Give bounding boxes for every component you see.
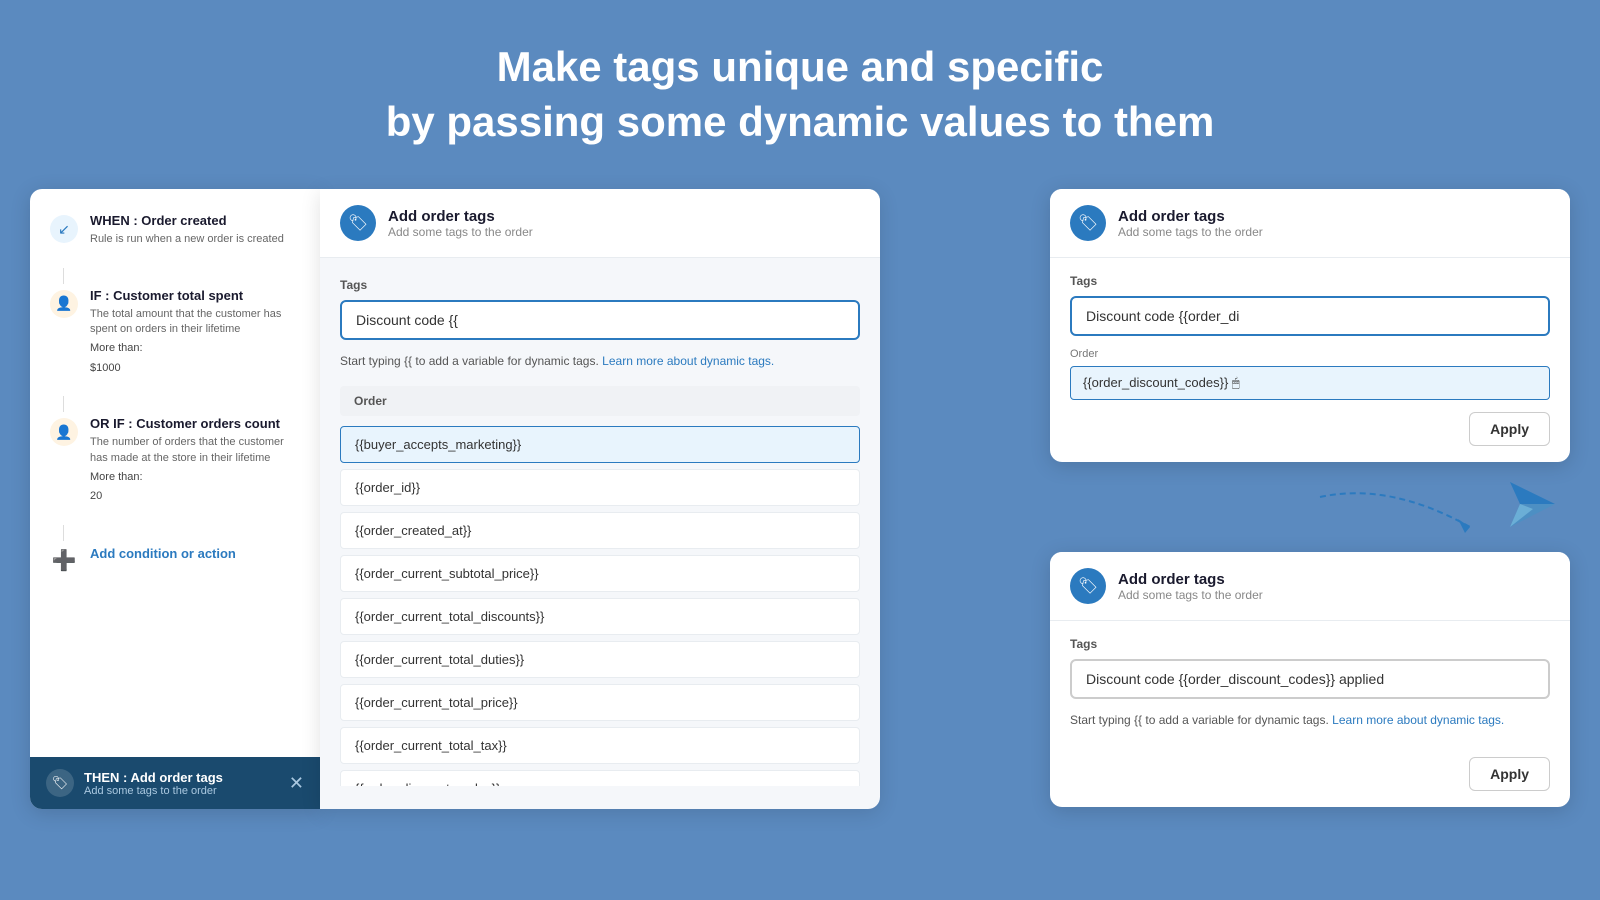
if1-icon: 👤 (50, 290, 78, 318)
divider1 (63, 268, 64, 284)
right-bottom-title: Add order tags (1118, 571, 1263, 588)
right-top-header: 🏷 Add order tags Add some tags to the or… (1050, 189, 1570, 258)
tags-label: Tags (340, 278, 860, 292)
order-label: Order (1070, 348, 1550, 360)
add-icon: ➕ (50, 547, 78, 575)
workflow-add[interactable]: ➕ Add condition or action (50, 545, 300, 575)
variable-item-6[interactable]: {{order_current_total_price}} (340, 684, 860, 721)
middle-panel-body: Tags Discount code {{ Start typing {{ to… (320, 258, 880, 806)
variable-item-3[interactable]: {{order_current_subtotal_price}} (340, 555, 860, 592)
middle-panel-header-text: Add order tags Add some tags to the orde… (388, 208, 533, 239)
middle-panel-subtitle: Add some tags to the order (388, 225, 533, 239)
hint-text: Start typing {{ to add a variable for dy… (340, 352, 860, 370)
middle-panel-title: Add order tags (388, 208, 533, 225)
right-bottom-icon: 🏷 (1070, 568, 1106, 604)
variable-item-5[interactable]: {{order_current_total_duties}} (340, 641, 860, 678)
right-top-body: Tags Discount code {{order_di Order {{or… (1050, 258, 1570, 462)
right-top-subtitle: Add some tags to the order (1118, 225, 1263, 239)
middle-panel-header: 🏷 Add order tags Add some tags to the or… (320, 189, 880, 258)
order-variable-value: {{order_discount_codes}} 🖱 (1083, 375, 1240, 391)
variable-item-7[interactable]: {{order_current_total_tax}} (340, 727, 860, 764)
right-bottom-tags-value: Discount code {{order_discount_codes}} a… (1086, 671, 1384, 687)
variable-list: {{buyer_accepts_marketing}} {{order_id}}… (340, 426, 860, 786)
if1-meta2: $1000 (90, 361, 300, 376)
hero-title: Make tags unique and specific by passing… (20, 40, 1580, 149)
when-title: WHEN : Order created (90, 213, 284, 228)
arrow-area (1050, 472, 1570, 552)
middle-panel-icon: 🏷 (340, 205, 376, 241)
order-section: Order {{order_discount_codes}} 🖱 (1070, 348, 1550, 400)
right-bottom-subtitle: Add some tags to the order (1118, 588, 1263, 602)
divider2 (63, 396, 64, 412)
if2-title: OR IF : Customer orders count (90, 416, 300, 431)
right-top-tags-value: Discount code {{order_di (1086, 308, 1239, 324)
close-button[interactable]: ✕ (289, 773, 304, 794)
right-card-top: 🏷 Add order tags Add some tags to the or… (1050, 189, 1570, 462)
right-bottom-tags-label: Tags (1070, 637, 1550, 651)
right-bottom-tags-input[interactable]: Discount code {{order_discount_codes}} a… (1070, 659, 1550, 699)
variable-item-0[interactable]: {{buyer_accepts_marketing}} (340, 426, 860, 463)
if1-description: The total amount that the customer has s… (90, 307, 300, 338)
if2-meta1: More than: (90, 470, 300, 485)
order-variable-item[interactable]: {{order_discount_codes}} 🖱 (1070, 366, 1550, 400)
apply-button-bottom[interactable]: Apply (1469, 757, 1550, 791)
hint-link[interactable]: Learn more about dynamic tags. (602, 354, 774, 368)
variables-section-label: Order (340, 386, 860, 416)
right-card-bottom: 🏷 Add order tags Add some tags to the or… (1050, 552, 1570, 807)
then-bar: 🏷 THEN : Add order tags Add some tags to… (30, 757, 320, 809)
when-description: Rule is run when a new order is created (90, 232, 284, 247)
then-description: Add some tags to the order (84, 785, 223, 797)
if1-text: IF : Customer total spent The total amou… (90, 288, 300, 377)
variable-item-8[interactable]: {{order_discount_codes}} (340, 770, 860, 786)
workflow-if1: 👤 IF : Customer total spent The total am… (50, 288, 300, 377)
add-label: Add condition or action (90, 545, 236, 563)
when-text: WHEN : Order created Rule is run when a … (90, 213, 284, 247)
right-top-tags-label: Tags (1070, 274, 1550, 288)
if2-text: OR IF : Customer orders count The number… (90, 416, 300, 505)
then-icon: 🏷 (46, 769, 74, 797)
when-icon: ↙ (50, 215, 78, 243)
variable-item-1[interactable]: {{order_id}} (340, 469, 860, 506)
if1-title: IF : Customer total spent (90, 288, 300, 303)
right-top-tags-input[interactable]: Discount code {{order_di (1070, 296, 1550, 336)
workflow-when: ↙ WHEN : Order created Rule is run when … (50, 213, 300, 247)
then-title: THEN : Add order tags (84, 770, 223, 785)
right-bottom-header: 🏷 Add order tags Add some tags to the or… (1050, 552, 1570, 621)
tags-input[interactable]: Discount code {{ (340, 300, 860, 340)
paper-plane (1505, 477, 1560, 537)
right-bottom-body: Tags Discount code {{order_discount_code… (1050, 621, 1570, 807)
tags-panel: 🏷 Add order tags Add some tags to the or… (320, 189, 880, 809)
if1-meta1: More than: (90, 341, 300, 356)
if2-description: The number of orders that the customer h… (90, 435, 300, 466)
tags-value: Discount code {{ (356, 312, 458, 328)
then-text: THEN : Add order tags Add some tags to t… (84, 770, 223, 797)
divider3 (63, 525, 64, 541)
right-top-icon: 🏷 (1070, 205, 1106, 241)
right-bottom-header-text: Add order tags Add some tags to the orde… (1118, 571, 1263, 602)
if2-icon: 👤 (50, 418, 78, 446)
right-top-title: Add order tags (1118, 208, 1263, 225)
variable-item-2[interactable]: {{order_created_at}} (340, 512, 860, 549)
apply-button-top[interactable]: Apply (1469, 412, 1550, 446)
workflow-if2: 👤 OR IF : Customer orders count The numb… (50, 416, 300, 505)
main-content: ↙ WHEN : Order created Rule is run when … (0, 189, 1600, 809)
right-top-header-text: Add order tags Add some tags to the orde… (1118, 208, 1263, 239)
hero-section: Make tags unique and specific by passing… (0, 0, 1600, 179)
dashed-arrow (1310, 477, 1510, 547)
right-bottom-hint: Start typing {{ to add a variable for dy… (1070, 711, 1550, 729)
workflow-panel: ↙ WHEN : Order created Rule is run when … (30, 189, 320, 809)
right-bottom-hint-link[interactable]: Learn more about dynamic tags. (1332, 713, 1504, 727)
right-panels: 🏷 Add order tags Add some tags to the or… (1050, 189, 1570, 817)
variable-item-4[interactable]: {{order_current_total_discounts}} (340, 598, 860, 635)
if2-meta2: 20 (90, 489, 300, 504)
add-text: Add condition or action (90, 545, 236, 563)
